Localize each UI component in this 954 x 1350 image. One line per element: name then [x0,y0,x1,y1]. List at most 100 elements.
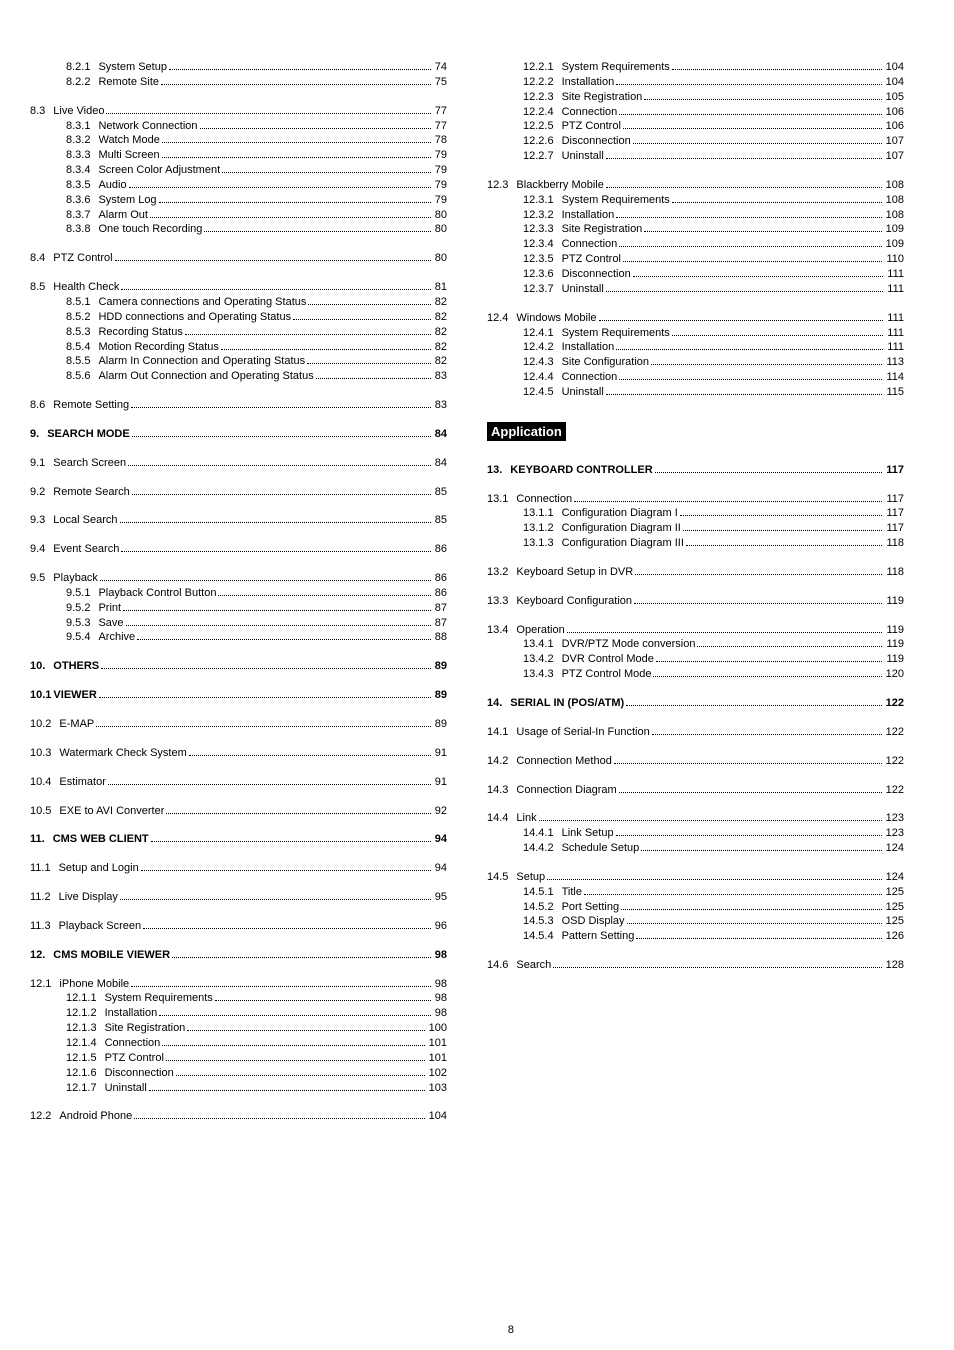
toc-number: 14.4.1 [523,826,562,841]
toc-leader-dots [108,784,431,785]
toc-number: 10. [30,659,53,674]
toc-title: Remote Setting [53,398,129,413]
toc-number: 14.2 [487,754,516,769]
toc-title: Connection [105,1036,161,1051]
toc-title: Motion Recording Status [98,340,218,355]
toc-number: 8.5 [30,280,53,295]
toc-title: System Requirements [562,60,670,75]
toc-title: Watermark Check System [59,746,186,761]
toc-page-ref: 87 [433,601,447,616]
toc-number: 11.1 [30,861,59,876]
toc-leader-dots [185,334,431,335]
toc-title: PTZ Control [562,119,621,134]
toc-number: 10.3 [30,746,59,761]
toc-number: 12.3.6 [523,267,562,282]
toc-page-ref: 100 [427,1021,447,1036]
toc-leader-dots [162,142,431,143]
toc-leader-dots [644,99,881,100]
toc-title: Live Video [53,104,104,119]
toc-title: Title [562,885,582,900]
toc-page-ref: 98 [433,1006,447,1021]
toc-entry: 8.5.2HDD connections and Operating Statu… [30,310,447,325]
toc-page-ref: 94 [433,832,447,847]
toc-number: 12.1 [30,977,59,992]
toc-number: 12.2.6 [523,134,562,149]
toc-leader-dots [120,522,431,523]
toc-title: Archive [98,630,135,645]
toc-leader-dots [204,231,430,232]
toc-entry: 12.2.1System Requirements104 [487,60,904,75]
toc-leader-dots [672,69,882,70]
toc-leader-dots [123,610,431,611]
toc-entry: 9.1Search Screen84 [30,456,447,471]
toc-leader-dots [189,755,431,756]
toc-entry: 8.2.1System Setup74 [30,60,447,75]
toc-entry: 9.4Event Search86 [30,542,447,557]
toc-leader-dots [616,349,883,350]
toc-page-ref: 107 [884,134,904,149]
toc-number: 8.2.1 [66,60,98,75]
toc-leader-dots [200,128,431,129]
toc-entry: 8.3.8One touch Recording80 [30,222,447,237]
toc-page-ref: 79 [433,178,447,193]
toc-page-ref: 86 [433,586,447,601]
toc-entry: 8.2.2Remote Site75 [30,75,447,90]
toc-page-ref: 83 [433,398,447,413]
toc-leader-dots [574,501,882,502]
toc-leader-dots [599,320,884,321]
toc-leader-dots [149,1090,425,1091]
toc-number: 14.4.2 [523,841,562,856]
toc-number: 12.3.1 [523,193,562,208]
document-page: 8.2.1System Setup748.2.2Remote Site75 8.3… [0,0,954,1350]
toc-page-ref: 117 [884,463,904,478]
toc-leader-dots [619,379,882,380]
toc-number: 12.3 [487,178,516,193]
toc-number: 10.4 [30,775,59,790]
toc-title: Remote Site [98,75,159,90]
toc-title: Playback Control Button [98,586,216,601]
toc-leader-dots [633,143,882,144]
toc-entry: 12.3.1System Requirements108 [487,193,904,208]
toc-entry: 13.4.2DVR Control Mode119 [487,652,904,667]
toc-number: 9.5.1 [66,586,98,601]
toc-page-ref: 84 [433,427,447,442]
toc-title: Setup and Login [59,861,139,876]
toc-entry: 12.3.4Connection109 [487,237,904,252]
toc-number: 12.1.7 [66,1081,105,1096]
toc-title: Connection Diagram [516,783,616,798]
toc-entry: 13.4.3PTZ Control Mode120 [487,667,904,682]
toc-entry: 9.5.1Playback Control Button 86 [30,586,447,601]
toc-page-ref: 103 [427,1081,447,1096]
toc-leader-dots [619,792,882,793]
toc-number: 8.3.6 [66,193,98,208]
toc-leader-dots [683,530,883,531]
toc-page-ref: 86 [433,571,447,586]
toc-entry: 12.1.1System Requirements98 [30,991,447,1006]
toc-title: OSD Display [562,914,625,929]
toc-leader-dots [151,841,431,842]
toc-entry: 9.5.3Save87 [30,616,447,631]
toc-title: Blackberry Mobile [516,178,603,193]
toc-entry: 14.1Usage of Serial-In Function122 [487,725,904,740]
toc-leader-dots [162,1045,424,1046]
toc-title: Local Search [53,513,117,528]
toc-title: Installation [105,1006,158,1021]
toc-entry: 13.1.1Configuration Diagram I117 [487,506,904,521]
toc-entry: 8.5.1Camera connections and Operating St… [30,295,447,310]
toc-title: Site Registration [562,222,643,237]
toc-leader-dots [100,580,431,581]
toc-number: 11. [30,832,53,847]
toc-entry: 12.1iPhone Mobile98 [30,977,447,992]
toc-page-ref: 119 [884,623,904,638]
toc-entry: 14.4Link123 [487,811,904,826]
toc-page-ref: 108 [884,178,904,193]
toc-entry: 14.6Search128 [487,958,904,973]
toc-number: 9. [30,427,47,442]
toc-number: 12.3.5 [523,252,562,267]
toc-entry: 14.2Connection Method122 [487,754,904,769]
toc-title: System Requirements [105,991,213,1006]
toc-leader-dots [218,595,430,596]
toc-entry: 12.4.3Site Configuration113 [487,355,904,370]
toc-entry: 12.3.6Disconnection111 [487,267,904,282]
toc-entry: 11.3Playback Screen96 [30,919,447,934]
